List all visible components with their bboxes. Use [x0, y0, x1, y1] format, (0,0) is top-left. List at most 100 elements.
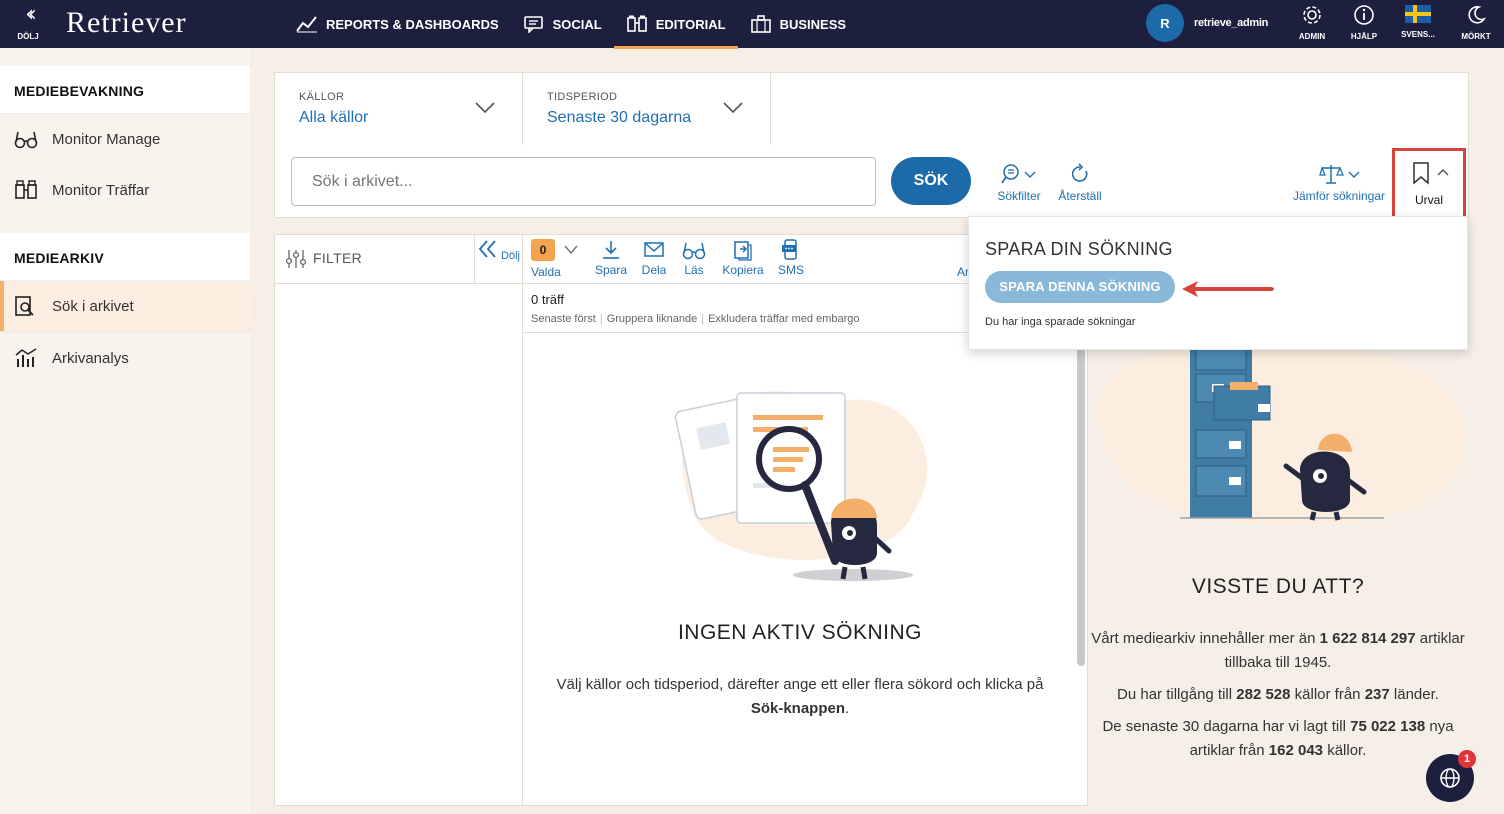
nav-label: EDITORIAL — [655, 16, 726, 32]
retriever-logo[interactable]: Retriever — [66, 6, 187, 40]
copy-icon — [734, 241, 752, 261]
sms-button[interactable]: SMS — [777, 239, 805, 277]
hits-count: 0 träff — [531, 292, 565, 307]
nav-social[interactable]: SOCIAL — [511, 0, 614, 48]
share-button[interactable]: Dela — [639, 239, 669, 277]
sources-value: Alla källor — [299, 109, 369, 126]
copy-label: Kopiera — [722, 263, 764, 277]
period-value: Senaste 30 dagarna — [547, 109, 692, 126]
info-text: Vårt mediearkiv innehåller mer än 1 622 … — [1088, 627, 1468, 771]
help-button[interactable]: HJÄLP — [1342, 4, 1386, 41]
compare-searches-label: Jämför sökningar — [1292, 189, 1386, 203]
share-label: Dela — [641, 263, 667, 277]
period-dropdown[interactable]: TIDSPERIOD Senaste 30 dagarna — [523, 73, 771, 145]
info-number: 75 022 138 — [1350, 718, 1426, 735]
filter-header: FILTER Dölj — [275, 235, 522, 284]
sliders-icon — [285, 250, 307, 268]
section-media-archive: MEDIEARKIV — [0, 233, 250, 281]
save-label: Spara — [595, 263, 628, 277]
empty-text-part: . — [845, 700, 850, 717]
empty-state-text: Välj källor och tidsperiod, därefter ang… — [543, 673, 1057, 721]
sidebar-item-label: Sök i arkivet — [52, 297, 134, 315]
sort-latest-first[interactable]: Senaste först — [531, 313, 596, 325]
language-label: SVENS... — [1401, 30, 1435, 39]
info-number: 162 043 — [1268, 742, 1324, 759]
nav-editorial[interactable]: EDITORIAL — [613, 0, 738, 49]
section-title: MEDIEBEVAKNING — [14, 83, 145, 99]
info-number: 237 — [1364, 686, 1390, 703]
sort-group-similar[interactable]: Gruppera liknande — [607, 313, 698, 325]
language-button[interactable]: SVENS... — [1396, 4, 1440, 39]
scrollbar[interactable] — [1077, 332, 1085, 666]
user-menu[interactable]: R retrieve_admin — [1146, 4, 1268, 42]
main-nav: REPORTS & DASHBOARDS SOCIAL EDITORIAL BU… — [284, 0, 858, 49]
info-text-part: källor. — [1323, 742, 1367, 759]
compare-searches-button[interactable]: Jämför sökningar — [1289, 163, 1389, 203]
urval-button[interactable]: Urval — [1392, 148, 1466, 220]
filter-label[interactable]: FILTER — [313, 250, 362, 266]
glasses-icon — [682, 242, 706, 260]
collapse-sidebar-button[interactable]: ‹‹ DÖLJ — [10, 4, 46, 42]
info-text-part: Du har tillgång till — [1117, 686, 1237, 703]
sidebar-item-archive-analysis[interactable]: Arkivanalys — [0, 333, 250, 383]
avatar: R — [1146, 4, 1184, 42]
info-text-part: länder. — [1389, 686, 1439, 703]
search-filter-label: Sökfilter — [997, 189, 1041, 203]
admin-button[interactable]: ADMIN — [1290, 4, 1334, 41]
save-button[interactable]: Spara — [595, 239, 627, 277]
chevron-down-icon[interactable] — [563, 244, 579, 256]
sidebar-item-search-archive[interactable]: Sök i arkivet — [0, 281, 254, 331]
save-this-search-button[interactable]: SPARA DENNA SÖKNING — [985, 271, 1175, 303]
hide-filter-button[interactable]: Dölj — [474, 235, 523, 284]
search-panel: KÄLLOR Alla källor TIDSPERIOD Senaste 30… — [274, 72, 1469, 220]
section-title: MEDIEARKIV — [14, 250, 104, 266]
help-label: HJÄLP — [1350, 32, 1378, 41]
read-button[interactable]: Läs — [679, 239, 709, 277]
chart-line-icon — [296, 16, 317, 33]
no-saved-searches-note: Du har inga sparade sökningar — [985, 316, 1136, 328]
search-input[interactable] — [291, 157, 876, 206]
refresh-icon — [1071, 163, 1088, 182]
selected-label[interactable]: Valda — [531, 265, 561, 279]
empty-state-title: INGEN AKTIV SÖKNING — [677, 621, 923, 644]
info-text-part: källor från — [1290, 686, 1365, 703]
sms-label: SMS — [777, 263, 804, 277]
scales-icon — [1319, 165, 1360, 184]
empty-text-bold: Sök-knappen — [750, 700, 845, 717]
chevron-down-icon — [475, 102, 495, 114]
info-number: 282 528 — [1236, 686, 1291, 703]
notification-badge: 1 — [1458, 750, 1476, 768]
archive-illustration — [1097, 340, 1465, 526]
sources-dropdown[interactable]: KÄLLOR Alla källor — [275, 73, 523, 145]
info-text-part: Vårt mediearkiv innehåller mer än — [1091, 630, 1320, 647]
dark-mode-button[interactable]: MÖRKT — [1454, 4, 1498, 41]
sidebar: MEDIEBEVAKNING Monitor Manage Monitor Tr… — [0, 48, 254, 814]
reset-button[interactable]: Återställ — [1055, 163, 1105, 203]
filter-column: FILTER Dölj — [274, 234, 523, 806]
search-button[interactable]: SÖK — [891, 157, 971, 205]
empty-text-part: Välj källor och tidsperiod, därefter ang… — [556, 676, 1044, 693]
briefcase-icon — [750, 15, 771, 33]
search-filter-button[interactable]: Sökfilter — [993, 163, 1045, 203]
nav-business[interactable]: BUSINESS — [738, 0, 858, 48]
dark-mode-label: MÖRKT — [1461, 32, 1491, 41]
nav-label: BUSINESS — [779, 16, 847, 32]
chevron-down-icon — [723, 102, 743, 114]
sort-options: Senaste först | Gruppera liknande | Exkluder… — [531, 313, 860, 325]
nav-reports-dashboards[interactable]: REPORTS & DASHBOARDS — [284, 0, 511, 48]
globe-icon — [1440, 768, 1460, 788]
top-bar: ‹‹ DÖLJ Retriever REPORTS & DASHBOARDS S… — [0, 0, 1504, 49]
selected-count-badge: 0 — [531, 239, 555, 261]
sidebar-item-monitor-traffar[interactable]: Monitor Träffar — [0, 165, 250, 215]
info-paragraph: Du har tillgång till 282 528 källor från… — [1088, 683, 1468, 707]
sort-exclude-embargo[interactable]: Exkludera träffar med embargo — [708, 313, 859, 325]
swedish-flag-icon — [1405, 5, 1431, 23]
copy-button[interactable]: Kopiera — [719, 239, 767, 277]
period-caption: TIDSPERIOD — [547, 91, 618, 103]
admin-label: ADMIN — [1298, 32, 1326, 41]
nav-label: SOCIAL — [552, 16, 602, 32]
bar-chart-icon — [15, 348, 37, 367]
hide-filter-label: Dölj — [501, 250, 520, 262]
sidebar-item-monitor-manage[interactable]: Monitor Manage — [0, 114, 250, 164]
double-chevron-left-icon — [478, 240, 496, 258]
